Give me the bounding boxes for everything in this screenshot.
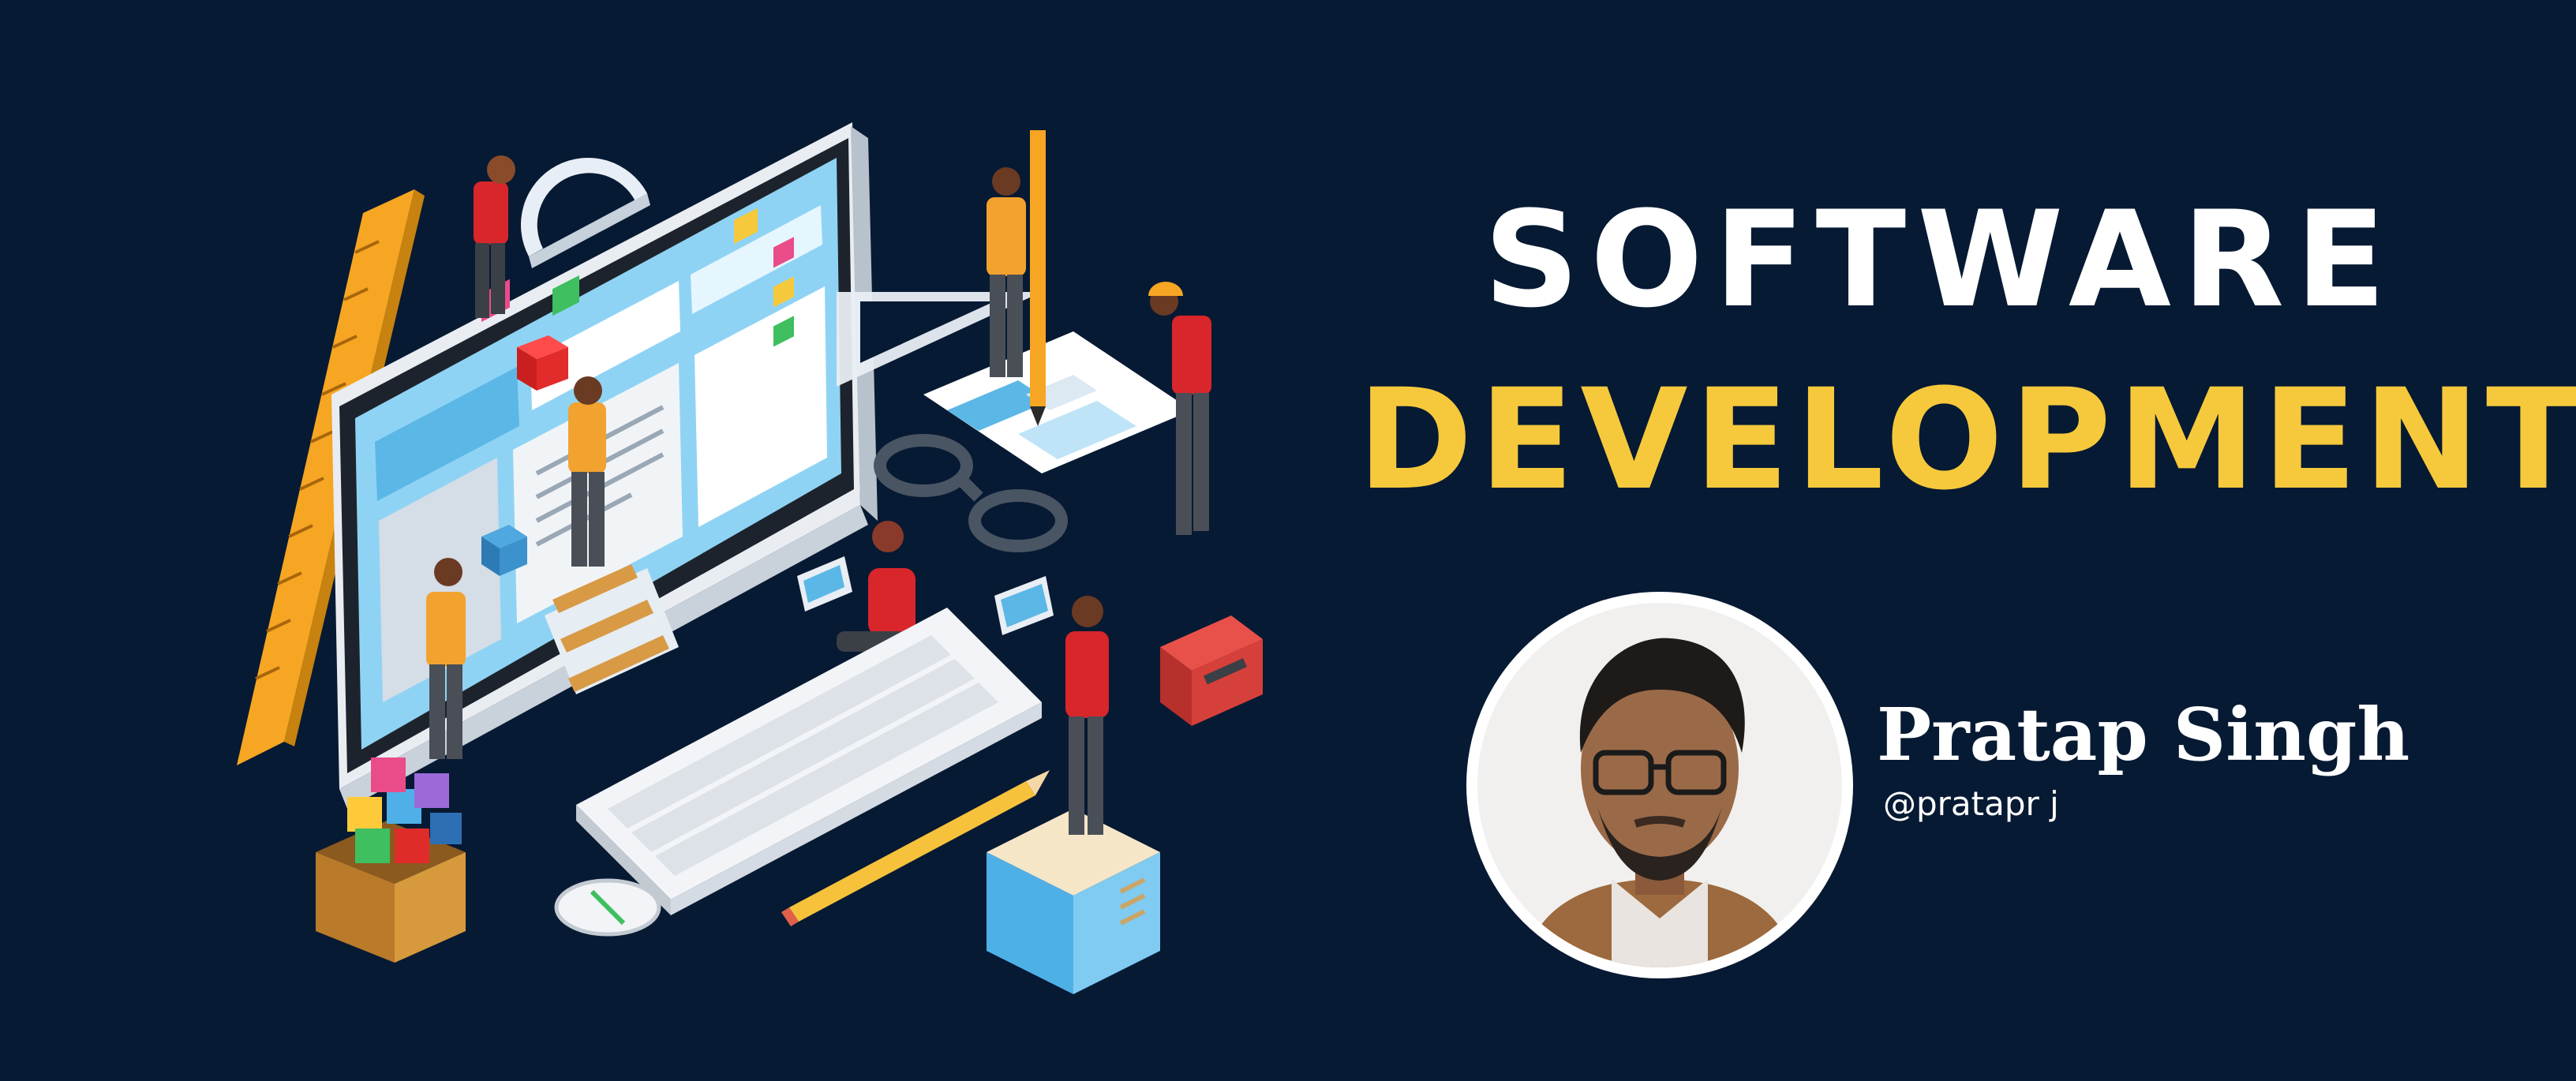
software-development-banner: SOFTWARE DEVELOPMENT Pratap Singh @prata…: [0, 0, 2576, 1081]
title-line-development: DEVELOPMENT: [1357, 359, 2576, 521]
cubes-box-icon: [316, 757, 466, 963]
sticky-note-box-icon: [987, 809, 1160, 994]
pencil-icon: [1030, 130, 1046, 426]
avatar: [1477, 603, 1842, 967]
person-figure: [987, 167, 1026, 377]
stapler-icon: [1160, 615, 1263, 726]
author-name: Pratap Singh: [1877, 692, 2410, 777]
title-line-software: SOFTWARE: [1484, 182, 2398, 337]
software-development-illustration: [237, 122, 1263, 994]
mouse-icon: [554, 878, 661, 937]
author-handle: @pratapr j: [1883, 784, 2059, 823]
